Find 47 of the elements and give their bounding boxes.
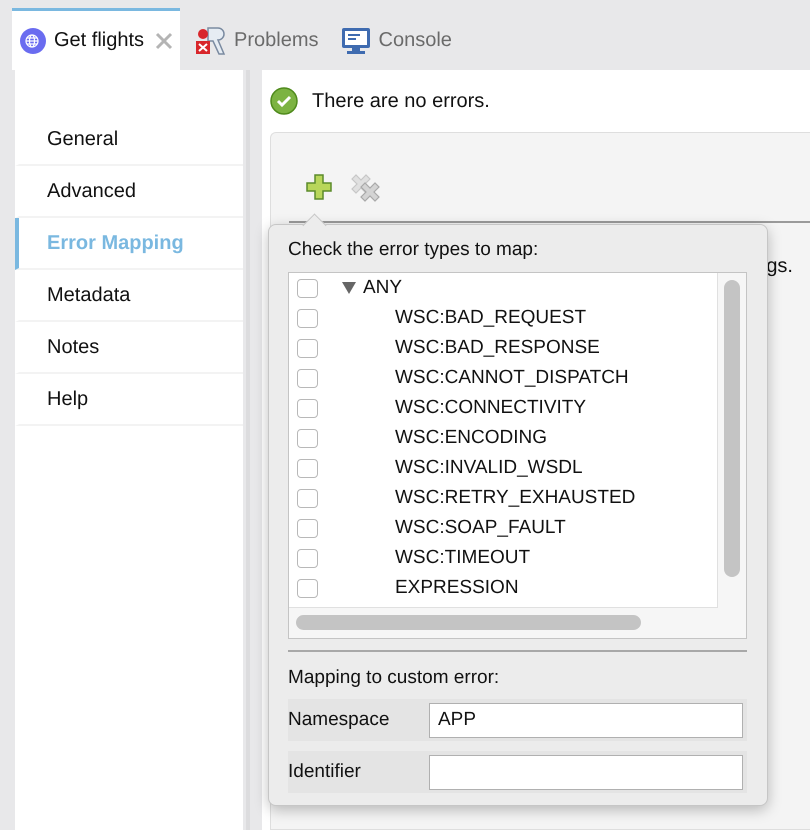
checkbox[interactable] (297, 458, 318, 478)
tab[interactable]: Get flights (12, 8, 180, 70)
expand-caret-icon[interactable] (342, 282, 356, 294)
sidebar-item[interactable]: Metadata (15, 270, 243, 322)
horizontal-scrollbar[interactable] (296, 615, 641, 630)
tab[interactable]: Console (332, 8, 460, 70)
checkbox[interactable] (297, 368, 318, 388)
panel-text: gs. (766, 255, 793, 277)
error-type-label[interactable]: WSC:CANNOT_DISPATCH (395, 367, 629, 389)
status-message: There are no errors. (312, 90, 490, 112)
success-icon (270, 87, 298, 115)
error-type-label[interactable]: WSC:RETRY_EXHAUSTED (395, 487, 636, 509)
globe-icon (20, 28, 46, 54)
checkbox[interactable] (297, 428, 318, 448)
checkbox[interactable] (297, 518, 318, 538)
text-field[interactable]: APP (429, 702, 743, 738)
error-type-label[interactable]: WSC:INVALID_WSDL (395, 457, 583, 479)
error-type-label[interactable]: ANY (363, 277, 402, 299)
checkbox[interactable] (297, 308, 318, 328)
error-type-label[interactable]: WSC:SOAP_FAULT (395, 517, 566, 539)
error-type-label[interactable]: WSC:CONNECTIVITY (395, 397, 586, 419)
checkbox[interactable] (297, 548, 318, 568)
error-type-label[interactable]: WSC:TIMEOUT (395, 547, 530, 569)
error-type-label[interactable]: WSC:BAD_REQUEST (395, 307, 586, 329)
checkbox[interactable] (297, 488, 318, 508)
checkbox[interactable] (297, 338, 318, 358)
mapping-title: Mapping to custom error: (288, 667, 500, 689)
field-label: Namespace (288, 709, 390, 731)
sidebar-item[interactable]: Advanced (15, 166, 243, 218)
error-type-label[interactable]: WSC:BAD_RESPONSE (395, 337, 600, 359)
monitor-icon (340, 26, 371, 54)
sidebar-item[interactable]: Notes (15, 322, 243, 374)
problems-icon (194, 26, 226, 56)
add-button[interactable] (305, 173, 333, 201)
text-field[interactable] (429, 754, 743, 790)
sidebar-item[interactable]: General (15, 114, 243, 166)
sidebar-item[interactable]: Help (15, 374, 243, 426)
vertical-scrollbar[interactable] (724, 280, 740, 577)
tab[interactable]: Problems (186, 8, 327, 70)
checkbox[interactable] (297, 578, 318, 598)
checkbox[interactable] (297, 398, 318, 418)
close-button[interactable] (154, 30, 174, 50)
error-type-label[interactable]: EXPRESSION (395, 577, 519, 599)
field-label: Identifier (288, 761, 362, 783)
popup-title: Check the error types to map: (288, 239, 540, 261)
error-type-label[interactable]: WSC:ENCODING (395, 427, 547, 449)
checkbox[interactable] (297, 278, 318, 298)
